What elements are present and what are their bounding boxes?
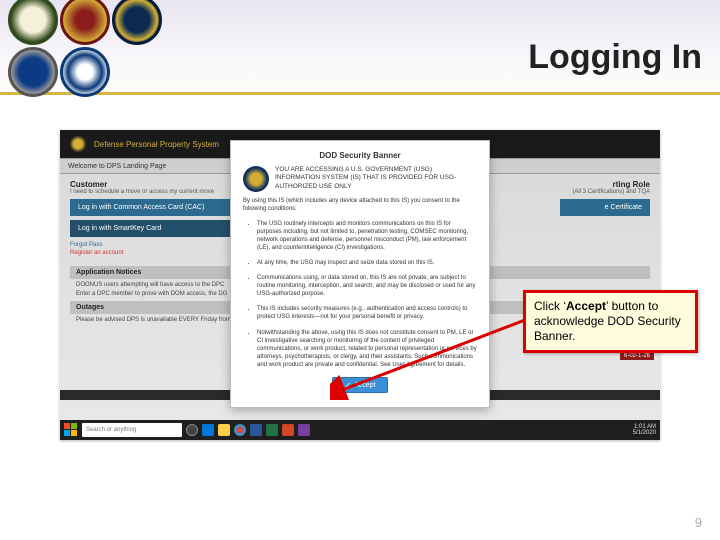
- chrome-icon[interactable]: [234, 424, 246, 436]
- coastguard-seal-icon: [60, 47, 110, 97]
- dps-page: Defense Personal Property System Welcome…: [60, 130, 660, 420]
- dps-system-name: Defense Personal Property System: [94, 140, 219, 149]
- page-number: 9: [695, 515, 702, 530]
- bullet-4: This IS includes security measures (e.g.…: [257, 305, 477, 321]
- airforce-seal-icon: [8, 47, 58, 97]
- dod-seal-icon: [243, 166, 269, 192]
- powerpoint-icon[interactable]: [282, 424, 294, 436]
- accept-label: Accept: [354, 382, 375, 389]
- screenshot: Defense Personal Property System Welcome…: [60, 130, 660, 440]
- army-seal-icon: [8, 0, 58, 45]
- accept-word: Accept: [566, 299, 606, 313]
- login-links: Forgot Pass Register an account: [70, 241, 230, 258]
- date-tag: 6-02-1-26: [620, 352, 654, 360]
- usmc-seal-icon: [60, 0, 110, 45]
- instruction-callout: Click ‘Accept’ button to acknowledge DOD…: [523, 290, 698, 353]
- taskbar-search[interactable]: Search or anything: [82, 423, 182, 437]
- security-banner-modal: DOD Security Banner YOU ARE ACCESSING A …: [230, 140, 490, 408]
- word-icon[interactable]: [250, 424, 262, 436]
- bullet-2: At any time, the USG may inspect and sei…: [257, 259, 477, 267]
- edge-icon[interactable]: [202, 424, 214, 436]
- modal-warning: YOU ARE ACCESSING A U.S. GOVERNMENT (USG…: [275, 166, 477, 191]
- slide-title: Logging In: [528, 38, 702, 77]
- cortana-icon[interactable]: [186, 424, 198, 436]
- modal-bullets: The USG routinely intercepts and monitor…: [243, 220, 477, 369]
- military-seals: [8, 0, 162, 97]
- bullet-3: Communications using, or data stored on,…: [257, 274, 477, 298]
- bullet-5: Notwithstanding the above, using this IS…: [257, 329, 477, 369]
- login-smartkey-button[interactable]: Log in with SmartKey Card: [70, 220, 230, 237]
- explorer-icon[interactable]: [218, 424, 230, 436]
- bullet-1: The USG routinely intercepts and monitor…: [257, 220, 477, 252]
- accept-button[interactable]: ✓ Accept: [332, 377, 388, 393]
- login-cac-button[interactable]: Log in with Common Access Card (CAC): [70, 199, 230, 216]
- modal-subtext: By using this IS (which includes any dev…: [243, 198, 477, 214]
- windows-taskbar: Search or anything 1:01 AM 5/1/2020: [60, 420, 660, 440]
- navy-seal-icon: [112, 0, 162, 45]
- modal-title: DOD Security Banner: [243, 151, 477, 160]
- forgot-link[interactable]: Forgot Pass: [70, 242, 102, 248]
- dps-seal-icon: [68, 134, 88, 154]
- teams-icon[interactable]: [298, 424, 310, 436]
- excel-icon[interactable]: [266, 424, 278, 436]
- check-icon: ✓: [344, 381, 351, 390]
- register-link[interactable]: Register an account: [70, 250, 123, 256]
- login-cert-button[interactable]: e Certificate: [560, 199, 650, 216]
- taskbar-clock[interactable]: 1:01 AM 5/1/2020: [633, 424, 656, 436]
- start-icon[interactable]: [64, 423, 78, 437]
- slide-header: Logging In: [0, 0, 720, 95]
